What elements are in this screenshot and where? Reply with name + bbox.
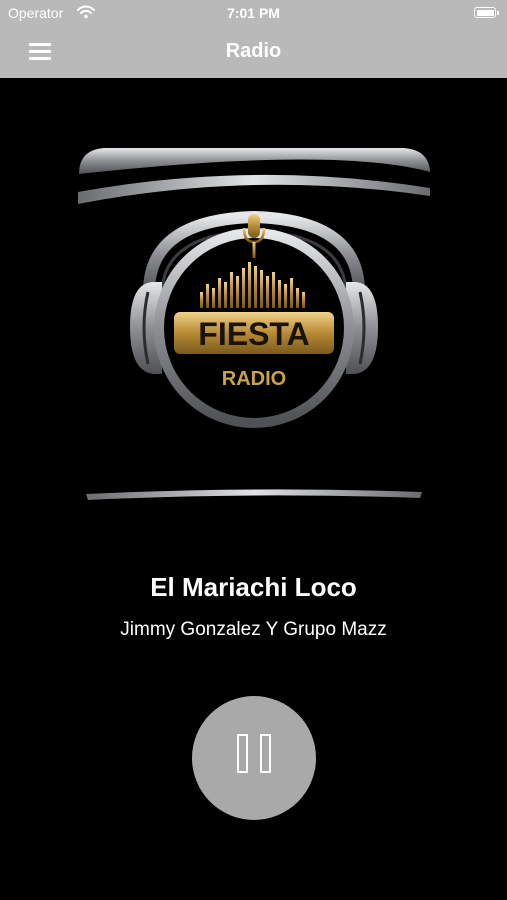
battery-icon [474, 7, 499, 18]
track-title: El Mariachi Loco [150, 572, 357, 602]
status-bar: Operator 7:01 PM [0, 0, 507, 28]
status-time: 7:01 PM [227, 5, 280, 21]
station-logo-artwork: FIESTA RADIO [78, 148, 430, 500]
pause-button[interactable] [192, 696, 316, 820]
bottom-stripe [86, 489, 422, 500]
top-stripe [78, 174, 430, 204]
pause-icon [260, 734, 271, 773]
navigation-header: Operator 7:01 PM Radio [0, 0, 507, 78]
pause-icon [237, 734, 248, 773]
top-swoosh [79, 148, 430, 174]
page-title: Radio [225, 40, 282, 62]
track-artist: Jimmy Gonzalez Y Grupo Mazz [120, 619, 387, 640]
logo-fiesta-text: FIESTA [198, 316, 309, 352]
logo-radio-text: RADIO [222, 368, 286, 390]
